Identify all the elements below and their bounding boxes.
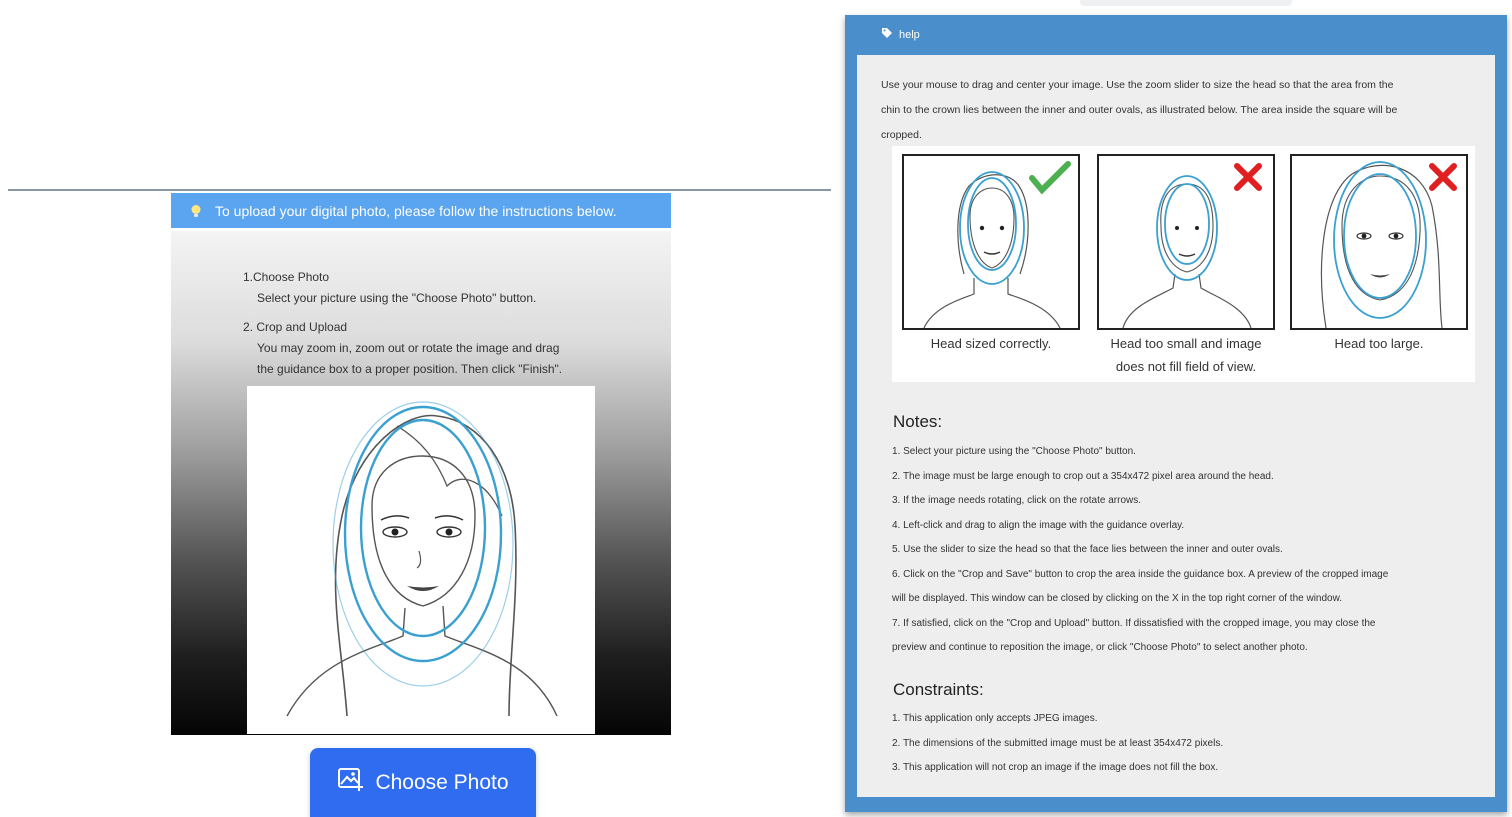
cross-icon <box>1234 163 1262 191</box>
top-tab-decoration <box>1080 0 1292 6</box>
cross-icon <box>1429 163 1457 191</box>
caption: Head sized correctly. <box>930 336 1052 351</box>
header-text: To upload your digital photo, please fol… <box>215 202 617 219</box>
note-item: 5. Use the slider to size the head so th… <box>892 544 1283 555</box>
intro-line2: chin to the crown lies between the inner… <box>881 104 1398 116</box>
image-upload-icon <box>337 767 365 799</box>
instruction-steps: 1.Choose Photo Select your picture using… <box>243 267 643 380</box>
intro-line3: cropped. <box>881 129 922 141</box>
caption-line2: does not fill field of view. <box>1115 359 1257 374</box>
note-item: 4. Left-click and drag to align the imag… <box>892 519 1185 531</box>
constraint-item: 2. The dimensions of the submitted image… <box>892 737 1224 749</box>
note-item: 7. If satisfied, click on the "Crop and … <box>892 617 1376 629</box>
step2-desc-line1: You may zoom in, zoom out or rotate the … <box>257 341 560 355</box>
step2-title: 2. Crop and Upload <box>243 320 348 334</box>
note-item: 3. If the image needs rotating, click on… <box>892 495 1142 506</box>
choose-photo-label: Choose Photo <box>375 770 509 794</box>
guidance-illustration <box>247 386 595 734</box>
note-item: 2. The image must be large enough to cro… <box>892 470 1274 482</box>
notes-title: Notes: <box>893 412 943 431</box>
intro-line1: Use your mouse to drag and center your i… <box>881 79 1394 91</box>
tag-icon <box>881 27 893 42</box>
help-title-text: help <box>899 28 920 41</box>
example-too-large: Head too large. <box>1290 154 1468 355</box>
help-title: help <box>881 27 920 42</box>
caption-line1: Head too small and image <box>1110 336 1262 351</box>
constraints-title: Constraints: <box>893 680 984 699</box>
example-too-small: Head too small and image does not fill f… <box>1097 154 1275 378</box>
note-item: preview and continue to reposition the i… <box>892 642 1308 653</box>
help-intro: Use your mouse to drag and center your i… <box>881 73 1461 148</box>
notes-list: 1. Select your picture using the "Choose… <box>892 440 1492 661</box>
divider-line <box>8 189 831 191</box>
caption: Head too large. <box>1334 336 1424 351</box>
example-correct: Head sized correctly. <box>902 154 1080 355</box>
lightbulb-icon <box>189 204 203 218</box>
constraint-item: 3. This application will not crop an ima… <box>892 762 1219 773</box>
constraints-list: 1. This application only accepts JPEG im… <box>892 707 1492 781</box>
note-item: will be displayed. This window can be cl… <box>892 593 1343 604</box>
note-item: 6. Click on the "Crop and Save" button t… <box>892 568 1389 580</box>
upload-instructions-header: To upload your digital photo, please fol… <box>171 193 671 228</box>
step2-desc-line2: the guidance box to a proper position. T… <box>257 362 563 376</box>
example-image <box>1290 154 1468 330</box>
constraint-item: 1. This application only accepts JPEG im… <box>892 713 1098 724</box>
help-dialog: help Use your mouse to drag and center y… <box>845 15 1507 812</box>
choose-photo-button[interactable]: Choose Photo <box>310 748 536 817</box>
instructions-panel: 1.Choose Photo Select your picture using… <box>171 231 671 735</box>
step1-title: 1.Choose Photo <box>243 270 330 284</box>
note-item: 1. Select your picture using the "Choose… <box>892 446 1136 457</box>
example-image <box>902 154 1080 330</box>
checkmark-icon <box>1029 161 1071 195</box>
example-image <box>1097 154 1275 330</box>
step1-desc: Select your picture using the "Choose Ph… <box>257 291 537 305</box>
examples-panel: Head sized correctly. Head too small and… <box>892 146 1475 382</box>
